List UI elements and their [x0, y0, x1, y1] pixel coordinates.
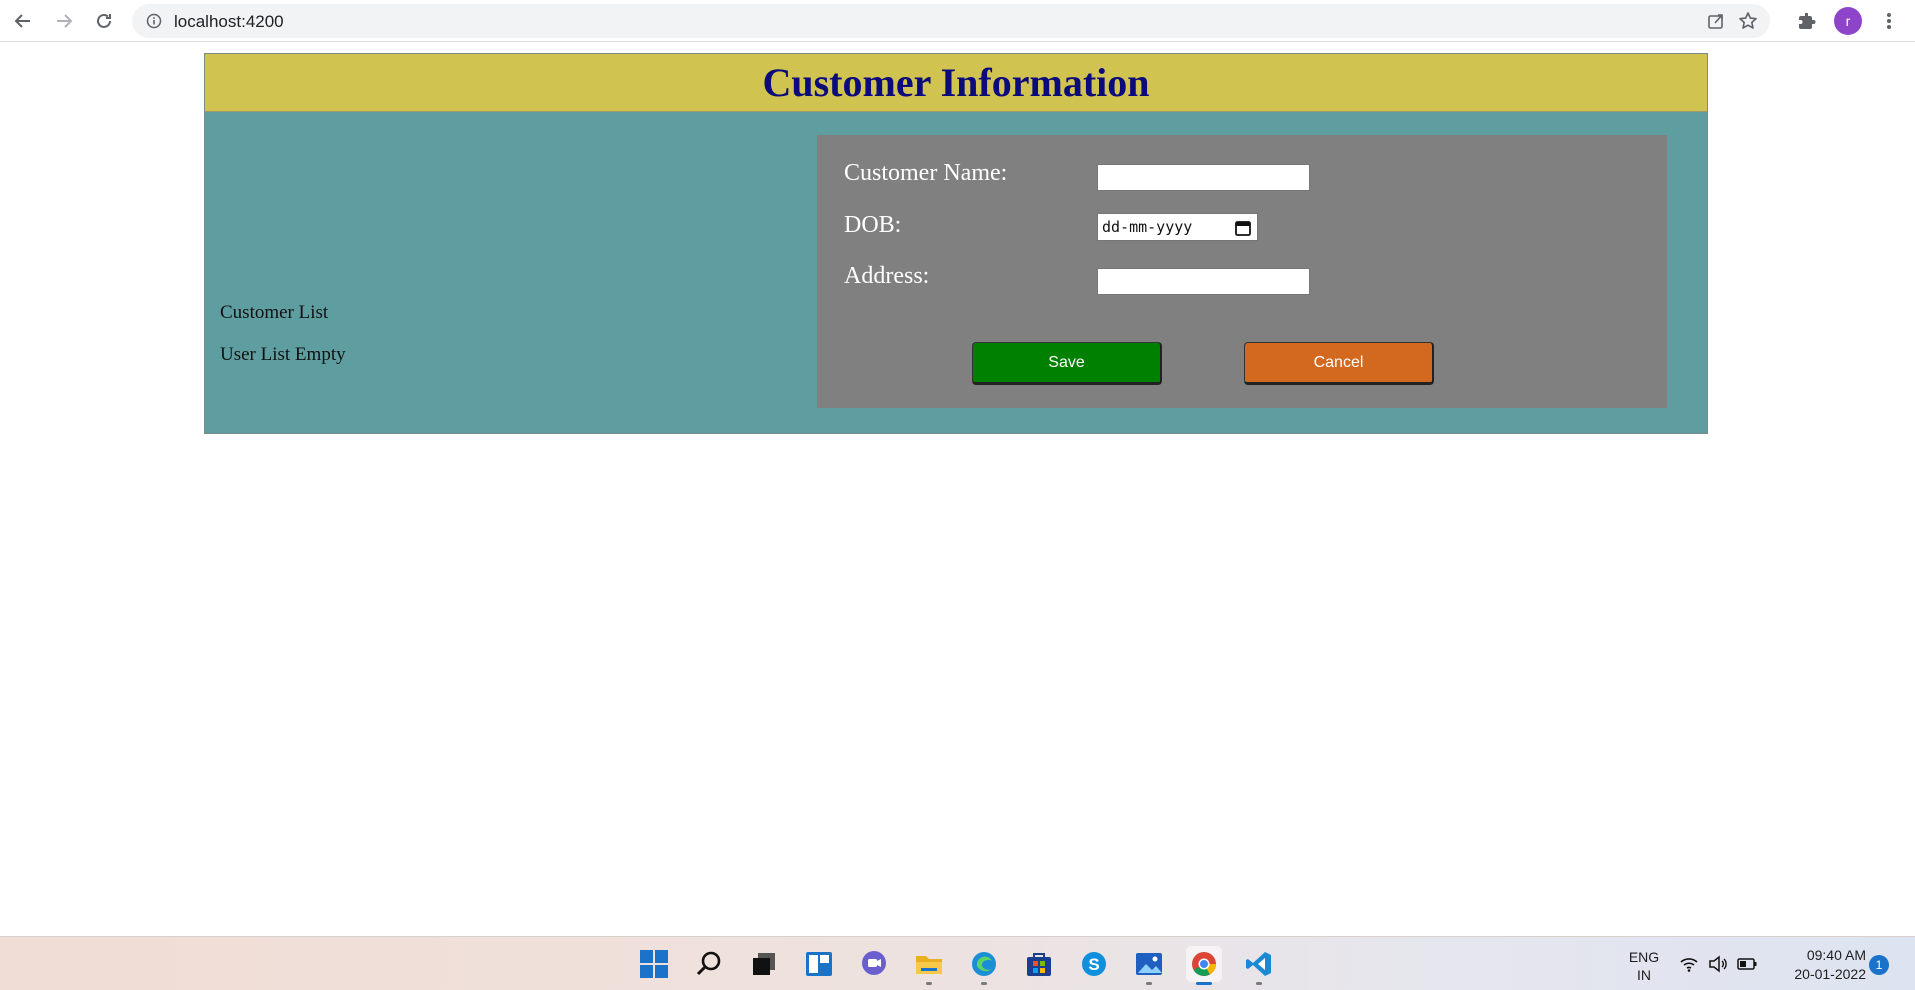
browser-toolbar: localhost:4200 r: [0, 0, 1915, 42]
store-button[interactable]: [1021, 946, 1057, 982]
windows-taskbar: S ENG IN 09:40 AM 20-01-2022 1: [0, 936, 1915, 990]
save-button[interactable]: Save: [972, 342, 1162, 385]
customer-name-input[interactable]: [1097, 164, 1310, 191]
customer-list-pane: Customer List User List Empty: [220, 112, 800, 433]
system-clock[interactable]: 09:40 AM 20-01-2022: [1766, 946, 1866, 984]
customer-form-panel: Customer Name: DOB: dd-mm-yyyy Address: …: [817, 135, 1667, 408]
calendar-icon[interactable]: [1234, 219, 1252, 237]
reload-icon: [97, 13, 111, 28]
search-icon: [696, 951, 721, 976]
wifi-icon[interactable]: [1679, 954, 1699, 974]
task-view-button[interactable]: [746, 946, 782, 982]
battery-icon[interactable]: [1737, 954, 1757, 974]
dob-label: DOB:: [844, 212, 902, 238]
volume-icon[interactable]: [1708, 954, 1728, 974]
widgets-icon: [806, 952, 832, 976]
notification-badge[interactable]: 1: [1869, 955, 1889, 975]
empty-list-message: User List Empty: [220, 344, 346, 365]
extensions-button[interactable]: [1794, 8, 1820, 34]
svg-text:S: S: [1088, 955, 1099, 974]
cancel-button[interactable]: Cancel: [1244, 342, 1434, 385]
vscode-button[interactable]: [1241, 946, 1277, 985]
chrome-icon: [1192, 952, 1216, 976]
skype-button[interactable]: S: [1076, 946, 1112, 982]
search-button[interactable]: [691, 946, 727, 982]
file-explorer-icon: [916, 956, 942, 974]
more-menu-button[interactable]: [1876, 8, 1902, 34]
chrome-button[interactable]: [1186, 946, 1222, 985]
clock-time: 09:40 AM: [1806, 947, 1866, 963]
address-label: Address:: [844, 263, 930, 289]
teams-chat-button[interactable]: [856, 946, 892, 982]
dob-placeholder: dd-mm-yyyy: [1102, 218, 1193, 236]
store-icon: [1027, 953, 1051, 976]
forward-icon: [57, 14, 73, 28]
more-menu-icon: [1887, 13, 1891, 29]
address-bar[interactable]: localhost:4200: [132, 4, 1770, 38]
skype-icon: S: [1082, 952, 1106, 976]
running-indicator: [1256, 982, 1262, 985]
back-button[interactable]: [8, 6, 38, 36]
address-input[interactable]: [1097, 268, 1310, 295]
url-text[interactable]: localhost:4200: [174, 12, 284, 32]
app-header: Customer Information: [205, 54, 1707, 112]
reload-button[interactable]: [89, 6, 119, 36]
edge-button[interactable]: [966, 946, 1002, 985]
customer-list-heading: Customer List: [220, 302, 329, 323]
running-indicator: [926, 982, 932, 985]
teams-chat-icon: [862, 951, 886, 975]
input-language-indicator[interactable]: ENG IN: [1624, 948, 1664, 984]
widgets-button[interactable]: [801, 946, 837, 982]
customer-name-label: Customer Name:: [844, 160, 1008, 186]
edge-icon: [972, 952, 996, 976]
profile-avatar[interactable]: r: [1834, 7, 1862, 35]
info-icon[interactable]: [146, 13, 162, 29]
clock-date: 20-01-2022: [1794, 966, 1866, 982]
extensions-icon: [1799, 13, 1816, 29]
dob-date-input[interactable]: dd-mm-yyyy: [1097, 213, 1258, 241]
start-icon: [640, 950, 668, 978]
region-code: IN: [1637, 967, 1651, 983]
running-indicator: [981, 982, 987, 985]
active-indicator: [1196, 982, 1212, 985]
photos-icon: [1136, 953, 1162, 975]
language-code: ENG: [1628, 949, 1660, 965]
page-title: Customer Information: [762, 60, 1150, 105]
file-explorer-button[interactable]: [911, 946, 947, 985]
vscode-icon: [1246, 952, 1271, 976]
star-icon[interactable]: [1737, 10, 1759, 32]
task-view-icon: [753, 953, 775, 975]
photos-button[interactable]: [1131, 946, 1167, 985]
share-icon[interactable]: [1705, 10, 1727, 32]
back-icon: [14, 14, 30, 28]
running-indicator: [1146, 982, 1152, 985]
start-button[interactable]: [636, 946, 672, 982]
forward-button[interactable]: [49, 6, 79, 36]
